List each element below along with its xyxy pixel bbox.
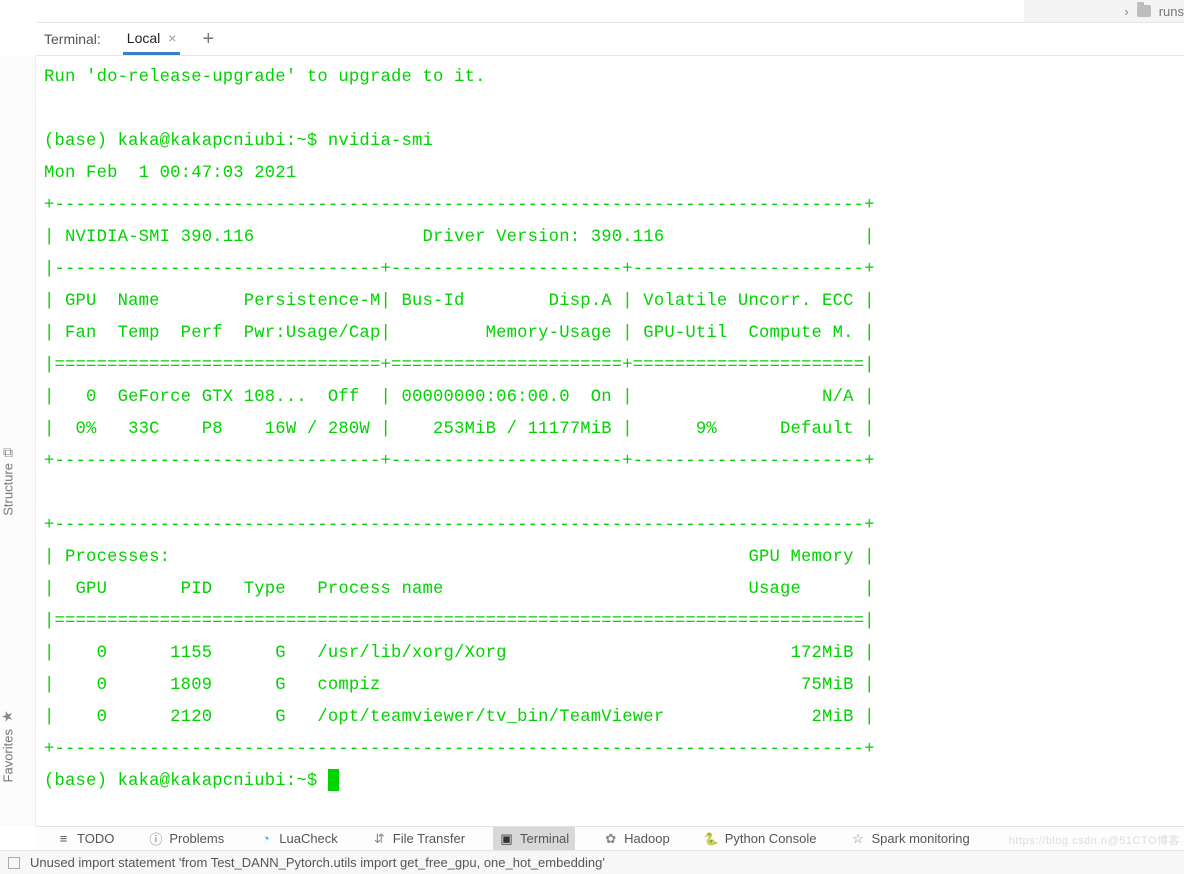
transfer-icon [372,831,387,846]
terminal-icon [499,831,514,846]
tab-todo[interactable]: TODO [50,827,120,850]
left-tool-rail: Structure ⧉ Favorites ★ [0,56,36,826]
status-bar: Unused import statement 'from Test_DANN_… [0,850,1184,874]
tab-file-transfer[interactable]: File Transfer [366,827,471,850]
terminal-output-area[interactable]: Run 'do-release-upgrade' to upgrade to i… [36,56,1184,826]
star-icon: ★ [0,707,16,723]
sidebar-tab-structure[interactable]: Structure ⧉ [0,447,16,516]
chevron-right-icon: › [1124,4,1128,19]
structure-icon: ⧉ [3,444,13,460]
tab-terminal[interactable]: Terminal [493,827,575,850]
status-message: Unused import statement 'from Test_DANN_… [30,855,605,870]
hadoop-icon [603,831,618,846]
terminal-tab-local[interactable]: Local × [123,23,181,55]
spark-icon [851,831,866,846]
sidebar-tab-favorites[interactable]: Favorites ★ [0,707,16,782]
folder-name[interactable]: runs [1159,4,1184,19]
add-terminal-tab-button[interactable]: + [202,28,214,51]
terminal-panel-header: Terminal: Local × + [36,22,1184,56]
python-icon [704,831,719,846]
info-icon [148,831,163,846]
tab-problems[interactable]: Problems [142,827,230,850]
project-breadcrumb: › runs [1024,0,1184,22]
sidebar-structure-label: Structure [1,463,16,516]
terminal-tab-label: Local [127,30,160,46]
close-icon[interactable]: × [168,30,176,46]
tab-spark-monitoring[interactable]: Spark monitoring [845,827,976,850]
tab-python-console[interactable]: Python Console [698,827,823,850]
watermark-text: https://blog.csdn.n@51CTO博客 [1009,832,1180,848]
terminal-cursor [328,769,339,791]
terminal-output-text: Run 'do-release-upgrade' to upgrade to i… [36,56,1184,804]
lua-icon [258,831,273,846]
list-icon [56,831,71,846]
sidebar-favorites-label: Favorites [1,729,16,782]
tab-luacheck[interactable]: LuaCheck [252,827,344,850]
checkbox-icon[interactable] [8,857,20,869]
terminal-panel-label: Terminal: [44,31,101,47]
folder-icon [1137,5,1151,17]
tab-hadoop[interactable]: Hadoop [597,827,676,850]
